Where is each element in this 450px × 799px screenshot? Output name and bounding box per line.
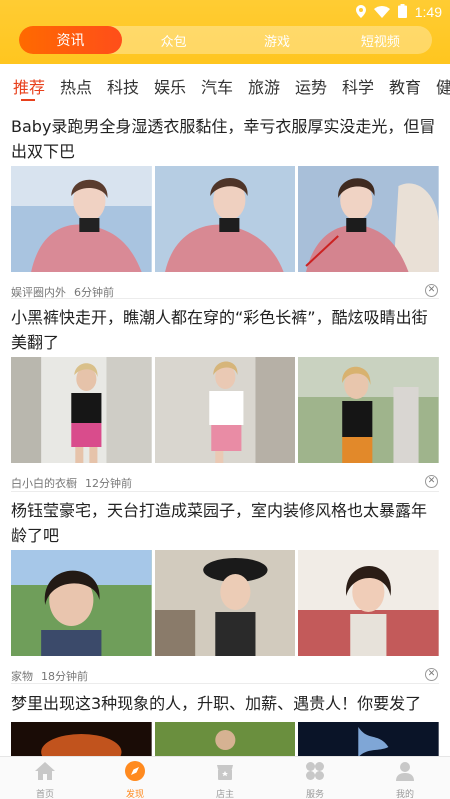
article-card[interactable]: 小黑裤快走开，瞧潮人都在穿的“彩色长裤”，酷炫吸睛出街美翻了 白小白的衣橱 12…: [0, 305, 450, 495]
location-icon: [355, 3, 366, 22]
tab-service[interactable]: 服务: [270, 757, 360, 799]
article-image[interactable]: [11, 722, 152, 756]
category-education[interactable]: 教育: [389, 74, 421, 98]
article-image[interactable]: [11, 166, 152, 272]
article-title[interactable]: 梦里出现这3种现象的人，升职、加薪、遇贵人！你要发了: [11, 691, 439, 716]
tab-label: 发现: [125, 790, 144, 799]
app-header: 1:49 资讯 众包 游戏 短视频: [0, 0, 450, 64]
bottom-tab-bar: 首页 发现 店主 服务 我的: [0, 756, 450, 799]
tab-discover[interactable]: 发现: [90, 757, 180, 799]
compass-icon: [125, 761, 145, 785]
news-feed[interactable]: Baby录跑男全身湿透衣服黏住，幸亏衣服厚实没走光，但冒出双下巴 娱评圈内外 6…: [0, 106, 450, 756]
article-card[interactable]: Baby录跑男全身湿透衣服黏住，幸亏衣服厚实没走光，但冒出双下巴 娱评圈内外 6…: [0, 114, 450, 304]
tab-label: 服务: [305, 790, 324, 799]
article-image[interactable]: [298, 722, 440, 756]
tab-label: 首页: [35, 790, 54, 799]
user-icon: [395, 761, 415, 785]
dismiss-close-icon[interactable]: ✕: [425, 284, 438, 297]
article-source: 白小白的衣橱: [11, 477, 77, 490]
category-recommend[interactable]: 推荐: [13, 74, 45, 98]
status-time: 1:49: [414, 4, 442, 20]
category-auto[interactable]: 汽车: [201, 74, 233, 98]
article-image[interactable]: [298, 166, 440, 272]
article-title[interactable]: 杨钰莹豪宅，天台打造成菜园子，室内装修风格也太暴露年龄了吧: [11, 498, 439, 548]
top-tab-news[interactable]: 资讯: [19, 26, 122, 54]
article-thumbnails: [11, 722, 440, 756]
tab-label: 我的: [395, 790, 414, 799]
article-image[interactable]: [11, 357, 152, 463]
tab-home[interactable]: 首页: [0, 757, 90, 799]
article-thumbnails: [11, 550, 440, 656]
tab-shopkeeper[interactable]: 店主: [180, 757, 270, 799]
category-tech[interactable]: 科技: [107, 74, 139, 98]
wifi-icon: [373, 3, 390, 22]
article-card[interactable]: 梦里出现这3种现象的人，升职、加薪、遇贵人！你要发了: [0, 691, 450, 756]
article-time: 12分钟前: [85, 477, 132, 490]
article-image[interactable]: [154, 722, 296, 756]
article-thumbnails: [11, 166, 440, 272]
dismiss-close-icon[interactable]: ✕: [425, 475, 438, 488]
article-thumbnails: [11, 357, 440, 463]
service-icon: [305, 761, 325, 785]
article-image[interactable]: [154, 166, 296, 272]
category-horoscope[interactable]: 运势: [295, 74, 327, 98]
dismiss-close-icon[interactable]: ✕: [425, 668, 438, 681]
article-time: 18分钟前: [41, 670, 88, 683]
article-card[interactable]: 杨钰莹豪宅，天台打造成菜园子，室内装修风格也太暴露年龄了吧 家物 18分钟前 ✕: [0, 498, 450, 688]
category-health[interactable]: 健: [436, 74, 450, 98]
divider: [11, 491, 439, 492]
article-meta: 白小白的衣橱 12分钟前: [11, 475, 132, 491]
article-title[interactable]: Baby录跑男全身湿透衣服黏住，幸亏衣服厚实没走光，但冒出双下巴: [11, 114, 439, 164]
article-image[interactable]: [298, 357, 440, 463]
divider: [11, 298, 439, 299]
article-image[interactable]: [11, 550, 152, 656]
article-meta: 家物 18分钟前: [11, 668, 88, 684]
category-science[interactable]: 科学: [342, 74, 374, 98]
top-tab-crowdsource[interactable]: 众包: [122, 26, 225, 54]
tab-label: 店主: [215, 790, 234, 799]
category-bar: 推荐 热点 科技 娱乐 汽车 旅游 运势 科学 教育 健: [0, 64, 450, 106]
top-tab-games[interactable]: 游戏: [225, 26, 328, 54]
battery-icon: [397, 3, 407, 22]
status-bar: 1:49: [355, 3, 442, 22]
article-source: 家物: [11, 670, 33, 683]
category-hot[interactable]: 热点: [60, 74, 92, 98]
category-active-indicator: [21, 99, 35, 101]
article-image[interactable]: [154, 550, 296, 656]
home-icon: [34, 761, 56, 785]
article-image[interactable]: [298, 550, 440, 656]
divider: [11, 683, 439, 684]
article-title[interactable]: 小黑裤快走开，瞧潮人都在穿的“彩色长裤”，酷炫吸睛出街美翻了: [11, 305, 439, 355]
category-entertainment[interactable]: 娱乐: [154, 74, 186, 98]
article-image[interactable]: [154, 357, 296, 463]
shop-icon: [215, 761, 235, 785]
top-tab-short-video[interactable]: 短视频: [329, 26, 432, 54]
tab-mine[interactable]: 我的: [360, 757, 450, 799]
top-tab-switcher: 资讯 众包 游戏 短视频: [19, 26, 432, 54]
category-travel[interactable]: 旅游: [248, 74, 280, 98]
